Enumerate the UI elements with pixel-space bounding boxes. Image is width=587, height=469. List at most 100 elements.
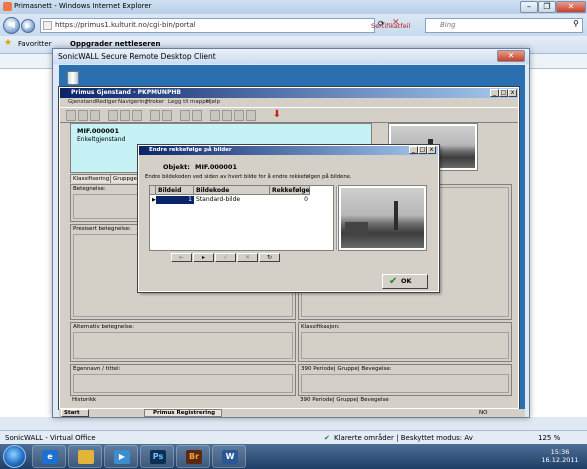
- nav-save-button[interactable]: ✓: [215, 253, 236, 262]
- col-rekkefolge[interactable]: Rekkefølge: [270, 186, 310, 195]
- search-icon[interactable]: ⚲: [573, 19, 579, 28]
- record-navigator: ⇤ ▸ ✓ ✕ ↻: [171, 253, 281, 262]
- tool-open-icon[interactable]: [78, 110, 88, 121]
- search-placeholder: Bing: [440, 21, 456, 29]
- remote-language[interactable]: NO: [479, 409, 487, 417]
- favorites-button[interactable]: Favoritter: [18, 40, 52, 48]
- nav-cancel-button[interactable]: ✕: [237, 253, 258, 262]
- taskbar-word[interactable]: W: [212, 445, 246, 468]
- tool-save-icon[interactable]: [90, 110, 100, 121]
- historikk-label: Historikk: [72, 397, 97, 403]
- page-icon: [43, 21, 52, 30]
- remote-start-button[interactable]: Start: [61, 409, 89, 417]
- menu-gjenstand[interactable]: Gjenstand: [68, 98, 96, 107]
- klassifikasjon-field[interactable]: [301, 332, 509, 359]
- bridge-icon: Br: [186, 450, 202, 464]
- primus-toolbar: ⬇: [60, 107, 518, 123]
- periode-label: 390 Periode| Gruppe| Bevegelse:: [301, 366, 392, 372]
- taskbar-explorer[interactable]: [68, 445, 102, 468]
- cell-rekkefolge[interactable]: 0: [270, 196, 310, 204]
- close-button[interactable]: ✕: [556, 1, 586, 13]
- dialog-instruction: Endre bildekoden ved siden av hvert bild…: [145, 174, 352, 180]
- search-input[interactable]: Bing: [425, 18, 583, 33]
- primus-maximize-button[interactable]: □: [499, 89, 508, 97]
- images-grid: Bildeid Bildekode Rekkefølge ▶ 1 Standar…: [149, 185, 343, 251]
- ie-status-bar: SonicWALL - Virtual Office ✔ Klarerte om…: [0, 430, 587, 444]
- col-bildekode[interactable]: Bildekode: [194, 186, 270, 195]
- sonicwall-title: SonicWALL Secure Remote Desktop Client: [53, 49, 529, 64]
- object-type: Enkeltgjenstand: [77, 136, 126, 143]
- restore-button[interactable]: ❐: [538, 1, 556, 13]
- dialog-close-button[interactable]: x: [427, 146, 436, 154]
- cell-bildekode[interactable]: Standard-bilde: [194, 196, 270, 204]
- tool-print-icon[interactable]: [150, 110, 160, 121]
- tool-copy-icon[interactable]: [180, 110, 190, 121]
- taskbar-bridge[interactable]: Br: [176, 445, 210, 468]
- tool-next-icon[interactable]: [132, 110, 142, 121]
- nav-next-button[interactable]: ▸: [193, 253, 214, 262]
- tool-attach-icon[interactable]: [234, 110, 244, 121]
- taskbar-media[interactable]: ▶: [104, 445, 138, 468]
- alternativ-label: Alternativ betegnelse:: [73, 324, 134, 330]
- menu-rediger[interactable]: Rediger: [96, 98, 117, 107]
- tool-paste-icon[interactable]: [192, 110, 202, 121]
- nav-refresh-button[interactable]: ↻: [259, 253, 280, 262]
- dialog-maximize-button[interactable]: □: [418, 146, 427, 154]
- address-text: https://primus1.kulturit.no/cgi-bin/port…: [55, 21, 196, 29]
- zone-text[interactable]: Klarerte områder | Beskyttet modus: Av: [334, 431, 473, 445]
- object-id: MIF.000001: [77, 127, 119, 135]
- ok-button[interactable]: ✔ OK: [382, 274, 428, 289]
- minimize-button[interactable]: –: [520, 1, 538, 13]
- checkmark-icon: ✔: [389, 276, 398, 287]
- menu-hjelp[interactable]: Hjelp: [206, 98, 220, 107]
- menu-hroker[interactable]: Hroker: [146, 98, 164, 107]
- ok-label: OK: [401, 277, 412, 285]
- klassifikasjon-label: Klassifikasjon:: [301, 324, 340, 330]
- primus-minimize-button[interactable]: _: [490, 89, 499, 97]
- nav-first-button[interactable]: ⇤: [171, 253, 192, 262]
- remote-task-primus[interactable]: Primus Registrering: [144, 409, 222, 417]
- klassifikasjon-panel: Klassifikasjon:: [298, 322, 512, 362]
- dialog-title: Endre rekkefølge på bilder: [139, 146, 438, 155]
- start-orb[interactable]: [3, 445, 26, 468]
- menu-legg-til-mappe[interactable]: Legg til mappe: [168, 98, 209, 107]
- address-bar[interactable]: https://primus1.kulturit.no/cgi-bin/port…: [40, 18, 410, 33]
- refresh-icon[interactable]: ⟳: [378, 19, 385, 28]
- presisert-label: Presisert betegnelse:: [73, 226, 131, 232]
- tool-help-icon[interactable]: [246, 110, 256, 121]
- photoshop-icon: Ps: [150, 450, 166, 464]
- periode-field[interactable]: [301, 374, 509, 393]
- egennavn-field[interactable]: [73, 374, 293, 393]
- taskbar-ie[interactable]: e: [32, 445, 66, 468]
- back-button[interactable]: ◀: [3, 17, 20, 34]
- stop-icon[interactable]: ✕: [392, 18, 400, 28]
- tool-prev-icon[interactable]: [120, 110, 130, 121]
- ie-title-bar: Primasnett - Windows Internet Explorer –…: [0, 0, 587, 14]
- media-icon: ▶: [114, 450, 130, 464]
- tool-image-icon[interactable]: [210, 110, 220, 121]
- alternativ-field[interactable]: [73, 332, 293, 359]
- forward-button[interactable]: ▶: [21, 19, 35, 33]
- tool-exit-icon[interactable]: ⬇: [272, 110, 282, 121]
- tool-new-icon[interactable]: [66, 110, 76, 121]
- primus-close-button[interactable]: x: [508, 89, 517, 97]
- cell-bildeid[interactable]: 1: [156, 196, 194, 204]
- favorites-star-icon[interactable]: ★: [4, 38, 12, 48]
- dialog-object-value: MIF.000001: [195, 163, 237, 171]
- tab-klassifisering[interactable]: Klassifisering: [70, 174, 113, 183]
- ie-window-title: Primasnett - Windows Internet Explorer: [14, 2, 152, 10]
- certificate-error[interactable]: Sertifikatfeil: [371, 20, 410, 32]
- taskbar-photoshop[interactable]: Ps: [140, 445, 174, 468]
- menu-navigering[interactable]: Navigering: [118, 98, 148, 107]
- dialog-minimize-button[interactable]: _: [409, 146, 418, 154]
- sonicwall-close-button[interactable]: ✕: [497, 50, 525, 62]
- zoom-level[interactable]: 125 %: [538, 431, 560, 445]
- clock-date: 16.12.2011: [541, 456, 579, 464]
- tool-first-icon[interactable]: [108, 110, 118, 121]
- favorites-item[interactable]: Oppgrader nettleseren: [70, 40, 160, 48]
- col-bildeid[interactable]: Bildeid: [156, 186, 194, 195]
- folder-icon: [78, 450, 94, 464]
- tool-link-icon[interactable]: [222, 110, 232, 121]
- tool-preview-icon[interactable]: [162, 110, 172, 121]
- system-clock[interactable]: 15:36 16.12.2011: [536, 448, 584, 464]
